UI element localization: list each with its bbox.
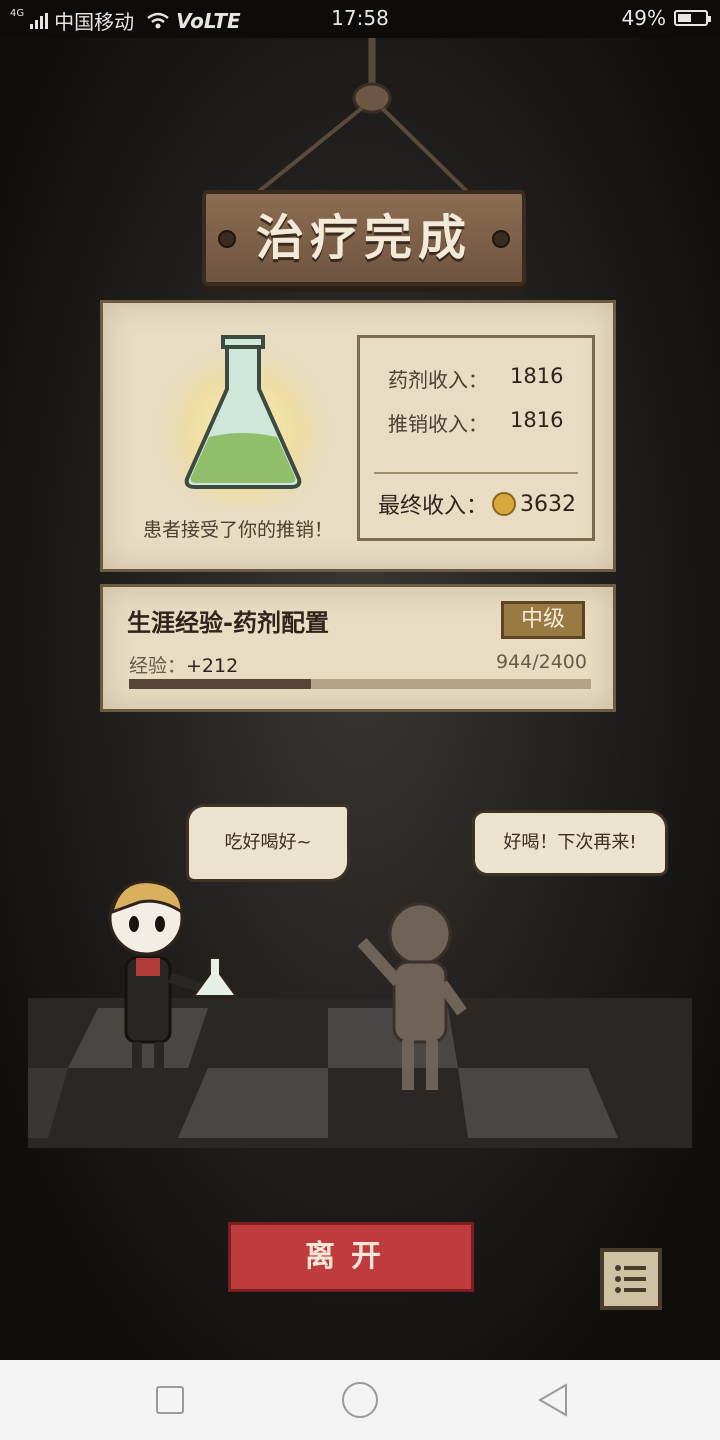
patient-message: 患者接受了你的推销！	[142, 519, 333, 541]
final-income-value: 3632	[520, 491, 577, 517]
promo-income-row: 推销收入： 1816	[388, 408, 563, 437]
leave-button[interactable]: 离开	[228, 1222, 474, 1292]
coin-icon	[492, 492, 517, 516]
final-income-label: 最终收入：	[378, 494, 489, 519]
income-divider	[374, 472, 578, 474]
result-title: 治疗完成	[255, 210, 472, 266]
flask-icon	[147, 327, 339, 509]
square-icon[interactable]	[156, 1386, 184, 1414]
exp-label-text: 经验：	[129, 655, 187, 677]
income-summary: 药剂收入： 1816 推销收入： 1816 最终收入： 3632	[357, 335, 595, 541]
result-sign: 治疗完成	[202, 190, 526, 286]
doctor-speech-bubble: 吃好喝好~	[186, 804, 350, 882]
exp-gain: +212	[186, 655, 239, 677]
exp-progress-fill	[129, 679, 311, 689]
clock: 17:58	[331, 6, 389, 30]
circle-icon[interactable]	[342, 1382, 378, 1418]
patient-character	[357, 902, 467, 1090]
menu-button[interactable]	[600, 1248, 662, 1310]
result-panel: 患者接受了你的推销！ 药剂收入： 1816 推销收入： 1816 最终收入： 3…	[100, 300, 616, 572]
back-triangle-icon[interactable]	[536, 1382, 570, 1418]
level-badge: 中级	[501, 601, 585, 639]
nail-icon	[492, 230, 510, 248]
clinic-scene: 吃好喝好~ 好喝！下次再来!	[28, 728, 692, 1208]
battery-fill	[678, 14, 691, 22]
promo-income-value: 1816	[510, 408, 564, 432]
potion-income-row: 药剂收入： 1816	[388, 364, 563, 393]
final-income-row: 最终收入： 3632	[378, 488, 576, 520]
navigation-bar	[0, 1360, 720, 1440]
nail-icon	[218, 230, 236, 248]
doctor-speech-text: 吃好喝好~	[224, 832, 312, 853]
promo-income-label: 推销收入：	[388, 412, 488, 436]
doctor-character	[108, 880, 238, 1068]
patient-speech-text: 好喝！下次再来!	[503, 832, 637, 853]
exp-progress-bar	[129, 679, 591, 689]
battery-icon	[674, 10, 711, 26]
exp-progress-text: 944/2400	[495, 651, 587, 673]
patient-speech-bubble: 好喝！下次再来!	[472, 810, 668, 876]
career-title: 生涯经验-药剂配置	[127, 609, 329, 637]
potion-income-value: 1816	[510, 364, 564, 388]
career-panel: 生涯经验-药剂配置 中级 经验：+212 944/2400	[100, 584, 616, 712]
potion-income-label: 药剂收入：	[388, 368, 488, 392]
exp-label: 经验：+212	[129, 651, 238, 678]
menu-icon	[615, 1265, 646, 1293]
battery-percent: 49%	[621, 6, 666, 30]
status-bar: 4G 中国移动 VoLTE 17:58 49%	[0, 0, 720, 38]
game-screen: 治疗完成 患者接受了你的推销！ 药剂收入： 1816 推销收入： 1816 最终…	[0, 38, 720, 1360]
